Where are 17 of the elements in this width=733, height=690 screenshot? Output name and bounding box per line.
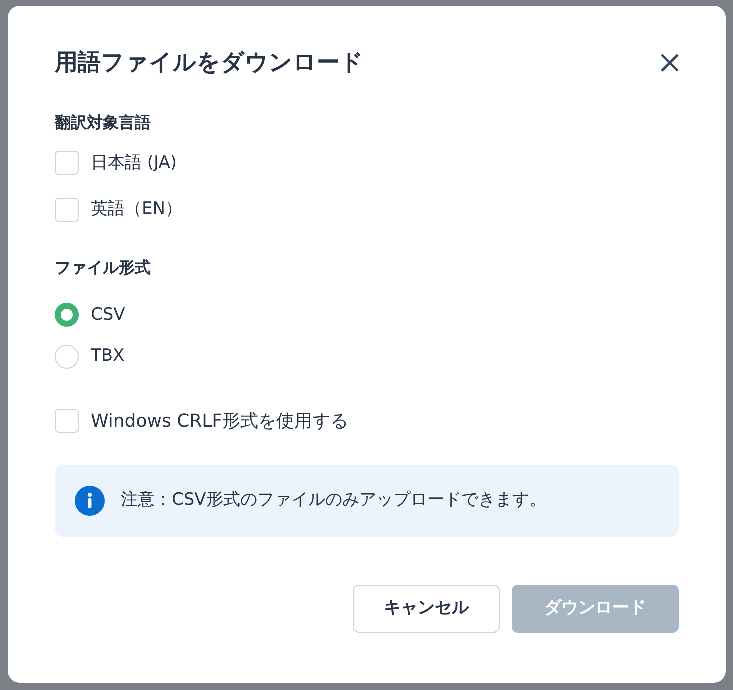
checkbox-label: Windows CRLF形式を使用する — [91, 410, 349, 434]
radio-label: CSV — [91, 304, 126, 326]
checkbox[interactable] — [55, 198, 79, 222]
dialog-title: 用語ファイルをダウンロード — [55, 49, 364, 78]
cancel-button[interactable]: キャンセル — [353, 584, 500, 632]
radio-button[interactable] — [55, 344, 79, 369]
info-icon — [75, 486, 105, 516]
radio-label: TBX — [91, 345, 125, 368]
checkbox[interactable] — [55, 151, 79, 176]
radio-button[interactable] — [55, 303, 79, 328]
close-icon[interactable] — [659, 52, 681, 74]
checkbox-label: 日本語 (JA) — [91, 152, 178, 174]
notice-text: 注意：CSV形式のファイルのみアップロードできます。 — [121, 488, 546, 512]
section-label: ファイル形式 — [55, 256, 152, 278]
section-label: 翻訳対象言語 — [55, 112, 152, 134]
checkbox-label: 英語（EN） — [91, 198, 182, 221]
checkbox[interactable] — [55, 409, 79, 433]
